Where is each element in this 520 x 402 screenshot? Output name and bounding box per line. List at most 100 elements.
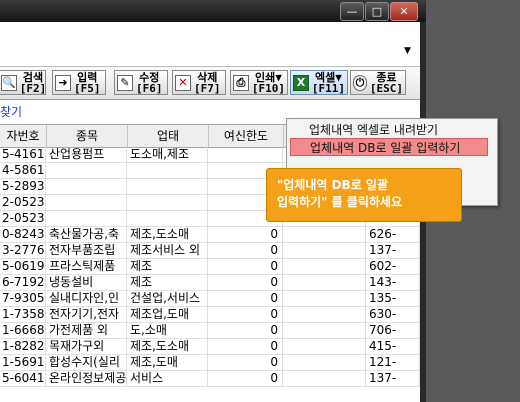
excel-button[interactable]: X 엑셀▼ [F11] — [290, 70, 348, 95]
table-cell: 도소매,제조 — [128, 146, 208, 162]
table-cell: 0 — [209, 354, 283, 370]
table-cell: 135- — [367, 290, 420, 306]
table-cell: 3-27760 — [2, 242, 46, 258]
print-button[interactable]: ⎙ 인쇄▼ [F10] — [230, 70, 288, 95]
search-icon: 🔍 — [1, 74, 17, 91]
table-row[interactable]: 6-71926냉동설비제조0 143- — [0, 274, 420, 291]
table-cell — [128, 210, 208, 226]
table-cell: 0 — [209, 226, 283, 242]
table-cell — [284, 226, 366, 242]
table-cell — [47, 194, 127, 210]
excel-icon: X — [293, 74, 309, 91]
menu-scroll-arrow-icon[interactable]: ▼ — [404, 46, 411, 56]
table-cell: 제조 — [128, 258, 208, 274]
table-cell: 목재가구외 — [47, 338, 127, 354]
table-cell: 제조,도소매 — [128, 338, 208, 354]
table-cell: 0 — [209, 338, 283, 354]
table-cell: 630- — [367, 306, 420, 322]
table-cell: 626- — [367, 226, 420, 242]
column-header-business-number[interactable]: 자번호 — [0, 125, 47, 147]
instruction-callout: "업체내역 DB로 일괄 입력하기" 를 클릭하세요 — [266, 168, 462, 222]
table-cell: 1-56910 — [2, 354, 46, 370]
table-cell — [284, 274, 366, 290]
find-bar: 찾기 — [0, 100, 420, 120]
table-cell: 제조,도매 — [128, 354, 208, 370]
table-cell: 축산물가공,축 — [47, 226, 127, 242]
table-cell: 프라스틱제품 — [47, 258, 127, 274]
table-cell: 2-05237 — [2, 194, 46, 210]
maximize-button[interactable]: □ — [365, 2, 389, 21]
table-cell: 1-73589 — [2, 306, 46, 322]
table-cell — [128, 194, 208, 210]
column-header-business-type[interactable]: 업태 — [128, 125, 209, 147]
table-row[interactable]: 7-93056실내디자인,인건설업,서비스0 135- — [0, 290, 420, 307]
table-cell: 5-06190 — [2, 258, 46, 274]
table-cell — [47, 162, 127, 178]
table-cell — [284, 370, 366, 386]
table-row[interactable]: 1-82827목재가구외제조,도소매0 415- — [0, 338, 420, 355]
table-cell: 4-58612 — [2, 162, 46, 178]
callout-line-1: "업체내역 DB로 일괄 — [277, 178, 388, 192]
table-cell: 0 — [209, 258, 283, 274]
delete-icon: ✕ — [175, 74, 191, 91]
table-cell: 온라인정보제공 — [49, 370, 127, 386]
table-cell: 1-82827 — [2, 338, 46, 354]
edit-button[interactable]: ✎ 수정 [F6] — [114, 70, 168, 95]
table-row[interactable]: 1-56910합성수지(실리제조,도매0 121- — [0, 354, 420, 371]
input-button[interactable]: ➜ 입력 [F5] — [52, 70, 106, 95]
table-cell: 415- — [367, 338, 420, 354]
exit-button[interactable]: ⏻ 종료 [ESC] — [350, 70, 406, 95]
table-row[interactable]: 1-73589전자기기,전자제조업,도매0 630- — [0, 306, 420, 323]
table-cell — [284, 322, 366, 338]
table-cell: 합성수지(실리 — [47, 354, 127, 370]
table-cell — [284, 354, 366, 370]
table-cell: 산업용펌프 — [47, 146, 127, 162]
table-cell — [209, 146, 283, 162]
table-cell — [128, 162, 208, 178]
table-cell: 1-66686 — [2, 322, 46, 338]
minimize-button[interactable]: — — [340, 2, 364, 21]
table-cell: 137- — [367, 370, 420, 386]
window-titlebar: — □ ✕ — [0, 0, 426, 22]
table-row[interactable]: 3-27760전자부품조립제조서비스 외0 137- — [0, 242, 420, 259]
menu-item-import-db[interactable]: 업체내역 DB로 일괄 입력하기 — [290, 138, 488, 156]
table-cell: 0 — [209, 322, 283, 338]
table-row[interactable]: 5-60418온라인정보제공서비스0 137- — [0, 370, 420, 387]
table-row[interactable]: 1-66686가전제품 외도,소매0 706- — [0, 322, 420, 339]
table-cell — [47, 210, 127, 226]
column-header-item[interactable]: 종목 — [47, 125, 128, 147]
table-cell: 가전제품 외 — [47, 322, 127, 338]
table-row[interactable]: 5-06190프라스틱제품제조0 602- — [0, 258, 420, 275]
table-cell: 제조 — [128, 274, 208, 290]
delete-button[interactable]: ✕ 삭제 [F7] — [172, 70, 226, 95]
callout-line-2: 입력하기" 를 클릭하세요 — [277, 195, 403, 209]
table-cell: 전자부품조립 — [47, 242, 127, 258]
table-cell: 5-60418 — [2, 370, 46, 386]
table-cell: 5-41618 — [2, 146, 46, 162]
table-cell: 0 — [209, 370, 283, 386]
column-header-credit-limit[interactable]: 여신한도 — [209, 125, 284, 147]
table-cell: 전자기기,전자 — [47, 306, 127, 322]
table-cell: 냉동설비 — [47, 274, 127, 290]
edit-icon: ✎ — [117, 74, 133, 91]
table-cell: 0 — [209, 306, 283, 322]
table-row[interactable]: 0-82436축산물가공,축제조,도소매0 626- — [0, 226, 420, 243]
table-cell: 도,소매 — [128, 322, 208, 338]
table-cell: 서비스 — [128, 370, 208, 386]
search-button[interactable]: 🔍 검색 [F2] — [0, 70, 46, 95]
table-cell: 제조서비스 외 — [128, 242, 208, 258]
toolbar: 🔍 검색 [F2] ➜ 입력 [F5] ✎ 수정 [F6] ✕ 삭제 [F7] ⎙ 인쇄… — [0, 66, 420, 100]
table-cell: 0-82436 — [2, 226, 46, 242]
power-icon: ⏻ — [353, 74, 367, 91]
printer-icon: ⎙ — [233, 74, 249, 91]
table-cell — [284, 290, 366, 306]
close-button[interactable]: ✕ — [390, 2, 418, 21]
table-cell: 5-28938 — [2, 178, 46, 194]
find-link[interactable]: 찾기 — [0, 103, 22, 120]
table-cell: 0 — [209, 274, 283, 290]
table-cell: 706- — [367, 322, 420, 338]
menu-item-export-excel[interactable]: 업체내역 엑셀로 내려받기 — [309, 121, 438, 139]
table-cell: 0 — [209, 290, 283, 306]
table-cell: 실내디자인,인 — [47, 290, 127, 306]
table-cell — [284, 242, 366, 258]
